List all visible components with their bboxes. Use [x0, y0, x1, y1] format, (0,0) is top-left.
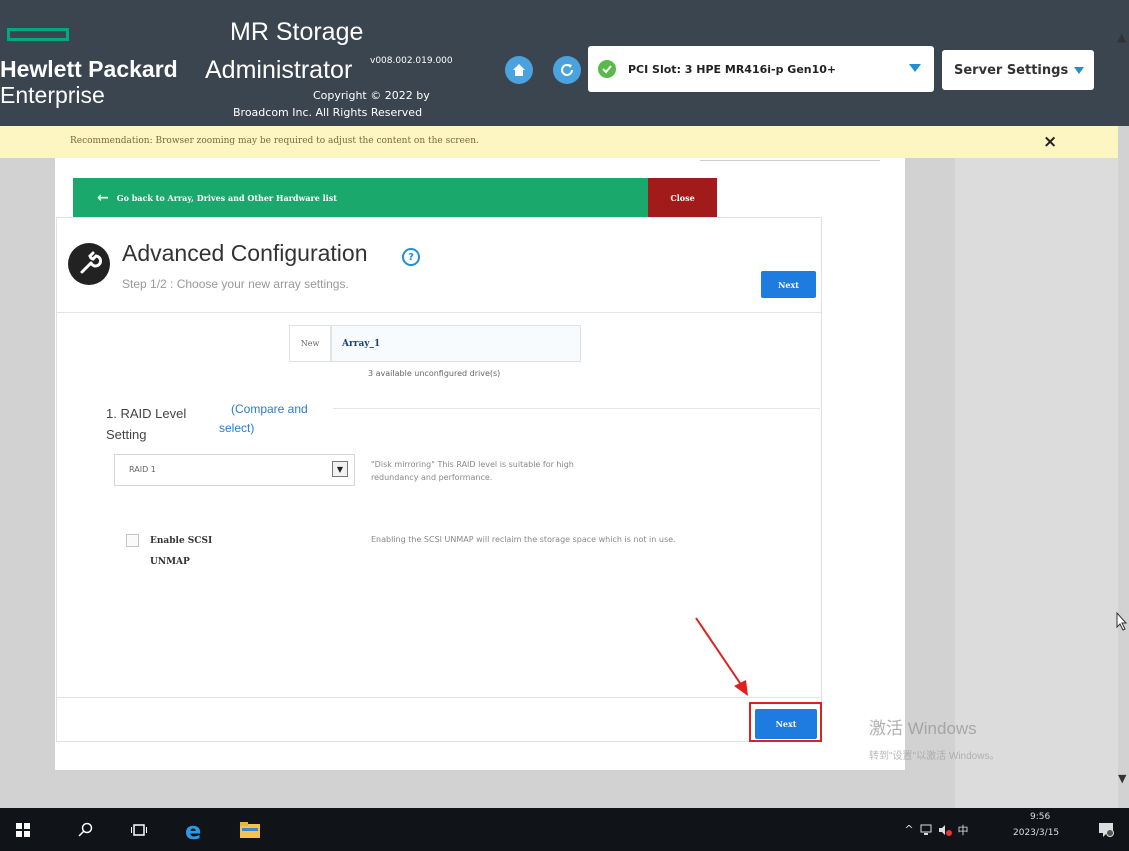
- brand-name-line2: Enterprise: [0, 82, 105, 108]
- scroll-up-icon[interactable]: ▲: [1117, 30, 1126, 44]
- annotation-highlight-box: [749, 702, 822, 742]
- clock-date[interactable]: 2023/3/15: [1013, 828, 1059, 838]
- scsi-unmap-description: Enabling the SCSI UNMAP will reclaim the…: [371, 535, 676, 544]
- raid-level-description: "Disk mirroring" This RAID level is suit…: [371, 458, 574, 484]
- network-icon[interactable]: [920, 808, 934, 851]
- raid-level-section-title: 1. RAID Level Setting: [106, 403, 186, 445]
- start-button[interactable]: [8, 808, 38, 851]
- windows-activation-watermark: 激活 Windows: [869, 719, 977, 738]
- divider: [700, 160, 880, 161]
- unmap-label-line2: UNMAP: [150, 557, 190, 567]
- annotation-arrow-icon: [695, 617, 748, 696]
- wrench-icon: [68, 243, 110, 285]
- folder-icon: [240, 821, 260, 838]
- scroll-down-icon[interactable]: ▼: [1118, 772, 1126, 785]
- arrow-left-icon: ←: [97, 189, 109, 206]
- page-title: Advanced Configuration: [122, 240, 368, 266]
- help-icon[interactable]: ?: [402, 248, 420, 266]
- refresh-button[interactable]: [553, 56, 581, 84]
- page-side-panel: [955, 158, 1118, 808]
- drives-available-text: 3 available unconfigured drive(s): [368, 369, 501, 378]
- windows-logo-icon: [16, 822, 30, 837]
- task-view-icon: [131, 823, 147, 836]
- internet-explorer-icon: e: [185, 817, 201, 843]
- home-icon: [513, 64, 525, 76]
- app-title-line2: Administrator: [205, 56, 353, 84]
- server-settings-label: Server Settings: [954, 62, 1069, 78]
- chevron-down-icon: ▼: [332, 461, 348, 477]
- chevron-down-icon: [1074, 66, 1085, 74]
- enable-scsi-unmap-checkbox[interactable]: [126, 534, 139, 547]
- raid-description-line2: redundancy and performance.: [371, 473, 493, 482]
- windows-taskbar: e ^ 中: [0, 808, 1129, 851]
- search-button[interactable]: [70, 808, 100, 851]
- server-settings-button[interactable]: Server Settings: [942, 50, 1094, 90]
- notification-icon: [1099, 822, 1114, 837]
- windows-activation-hint: 转到"设置"以激活 Windows。: [869, 751, 1000, 762]
- task-view-button[interactable]: [124, 808, 154, 851]
- check-circle-icon: [598, 60, 616, 78]
- controller-select[interactable]: PCI Slot: 3 HPE MR416i-p Gen10+: [588, 46, 934, 92]
- app-version: v008.002.019.000: [370, 56, 453, 66]
- raid-level-select-value: RAID 1: [129, 465, 156, 474]
- divider: [57, 312, 821, 313]
- recommendation-text: Recommendation: Browser zooming may be r…: [70, 136, 479, 146]
- controller-select-value: PCI Slot: 3 HPE MR416i-p Gen10+: [628, 62, 837, 76]
- recommendation-bar: Recommendation: Browser zooming may be r…: [0, 126, 1118, 158]
- compare-and-select-link[interactable]: (Compare and select): [219, 400, 308, 438]
- array-new-label: New: [289, 325, 331, 362]
- refresh-icon: [561, 64, 573, 76]
- raid-description-line1: "Disk mirroring" This RAID level is suit…: [371, 460, 574, 469]
- raid-level-title-line2: Setting: [106, 427, 147, 442]
- raid-level-select[interactable]: RAID 1 ▼: [114, 454, 355, 486]
- back-to-hardware-list-button[interactable]: ← Go back to Array, Drives and Other Har…: [73, 178, 648, 217]
- divider: [333, 408, 820, 409]
- copyright-line2: Broadcom Inc. All Rights Reserved: [233, 106, 423, 119]
- mouse-cursor-icon: [1116, 612, 1128, 631]
- brand-name-line1: Hewlett Packard: [0, 56, 178, 82]
- ime-indicator[interactable]: 中: [956, 808, 970, 851]
- notification-center-button[interactable]: [1094, 808, 1118, 851]
- enable-scsi-unmap-label: Enable SCSI UNMAP: [150, 531, 212, 573]
- search-icon: [78, 822, 93, 837]
- svg-text:e: e: [185, 817, 201, 843]
- clock-time[interactable]: 9:56: [1030, 812, 1050, 822]
- internet-explorer-button[interactable]: e: [176, 808, 212, 851]
- next-button-top[interactable]: Next: [761, 271, 816, 298]
- file-explorer-button[interactable]: [232, 808, 268, 851]
- copyright-line1: Copyright © 2022 by: [313, 89, 430, 102]
- close-button[interactable]: Close: [648, 178, 717, 217]
- volume-muted-icon[interactable]: [938, 808, 952, 851]
- unmap-label-line1: Enable SCSI: [150, 536, 213, 546]
- tray-chevron-up-icon[interactable]: ^: [902, 808, 916, 851]
- raid-level-title-line1: 1. RAID Level: [106, 406, 187, 421]
- compare-link-line1: (Compare and: [231, 402, 308, 416]
- array-name-input[interactable]: [331, 325, 581, 362]
- app-title-line1: MR Storage: [230, 18, 364, 46]
- hpe-logo-mark: [7, 28, 69, 41]
- home-button[interactable]: [505, 56, 533, 84]
- recommendation-close-button[interactable]: ×: [1043, 132, 1057, 152]
- wizard-step-text: Step 1/2 : Choose your new array setting…: [122, 277, 349, 291]
- compare-link-line2: select): [219, 421, 255, 435]
- back-label: Go back to Array, Drives and Other Hardw…: [116, 192, 337, 203]
- chevron-down-icon: [909, 64, 921, 72]
